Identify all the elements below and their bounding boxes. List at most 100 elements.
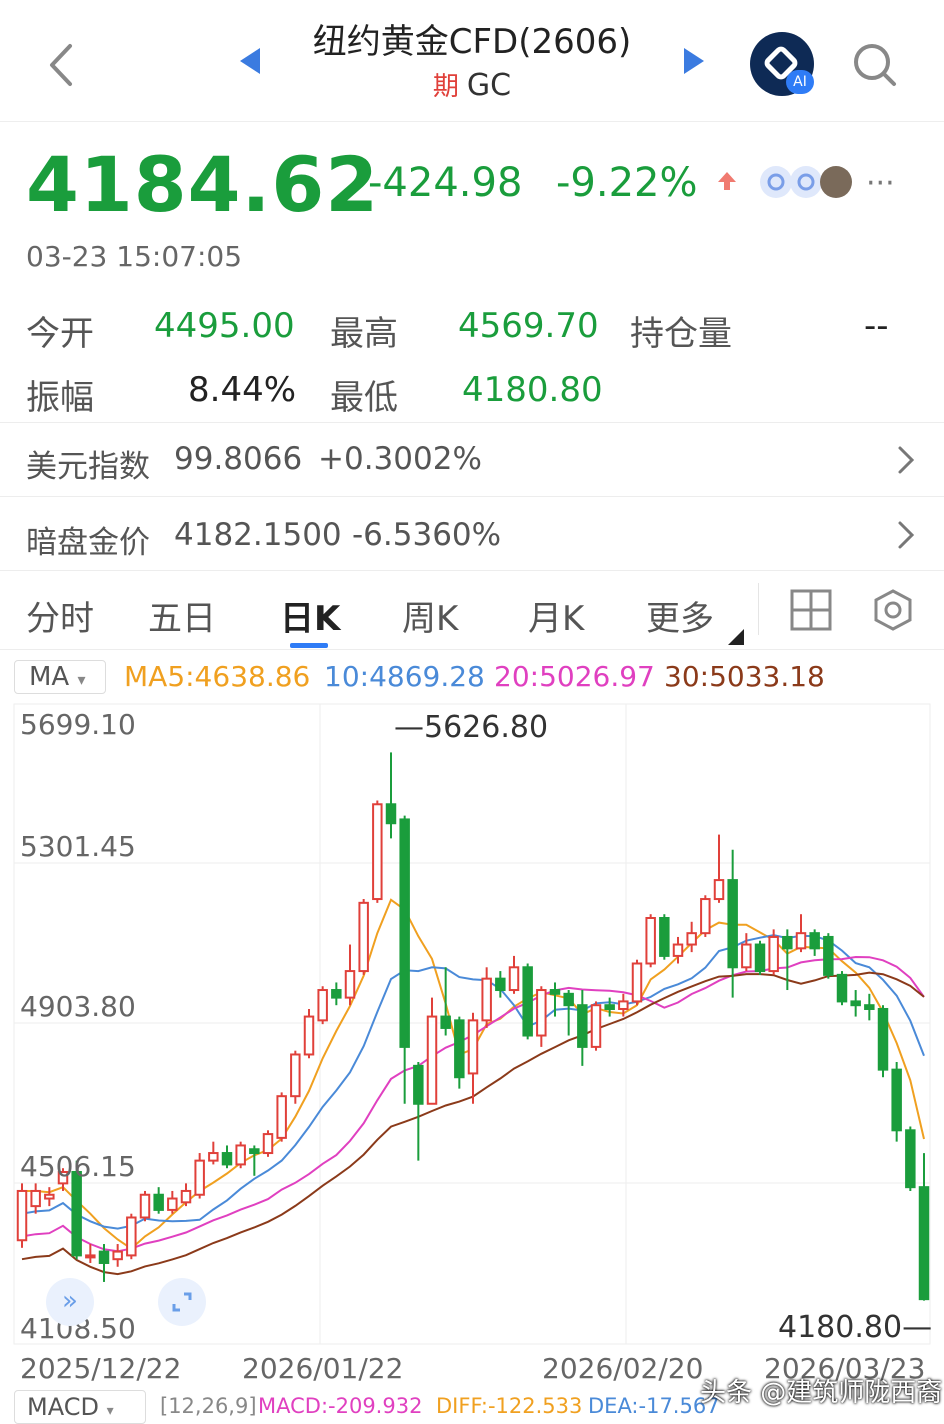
active-tab-indicator	[290, 643, 328, 648]
caret-down-icon: ▾	[77, 670, 86, 689]
macd-params: [12,26,9]	[160, 1394, 257, 1418]
candle-up	[713, 879, 725, 901]
candle-up	[618, 1000, 629, 1010]
watcher-avatars[interactable]	[758, 162, 858, 202]
open-interest-label: 持仓量	[630, 314, 732, 354]
hot-up-icon	[718, 172, 736, 190]
ma30-value: 30:5033.18	[664, 660, 825, 693]
high-value: 4569.70	[458, 306, 599, 346]
candle-up	[795, 932, 807, 950]
y-tick-label: 4903.80	[20, 990, 136, 1023]
candle-down	[331, 989, 342, 999]
candle-down	[153, 1193, 164, 1211]
candle-down	[249, 1148, 260, 1155]
candle-up	[317, 989, 328, 1022]
tab-five-day[interactable]: 五日	[148, 591, 216, 640]
candle-up	[372, 803, 383, 901]
y-tick-label: 5699.10	[20, 708, 136, 741]
candle-up	[426, 1015, 438, 1105]
layout-grid-icon[interactable]	[790, 589, 832, 631]
tab-divider	[758, 583, 759, 635]
expand-history-icon[interactable]: »	[46, 1278, 94, 1326]
ma20-value: 20:5026.97	[494, 660, 655, 693]
candle-up	[631, 962, 643, 1003]
candle-up	[16, 1189, 28, 1242]
usd-index-label: 美元指数	[26, 449, 150, 485]
candle-down	[782, 935, 793, 950]
candle-up	[536, 989, 547, 1037]
macd-value: MACD:-209.932	[258, 1394, 423, 1418]
dark-gold-row[interactable]: 暗盘金价 4182.1500 -6.5360%	[0, 496, 944, 570]
min-price-value: 4180.80	[778, 1310, 903, 1345]
last-price: 4184.62	[26, 140, 380, 229]
macd-select-label: MACD	[27, 1393, 99, 1421]
candle-up	[235, 1144, 246, 1166]
back-icon[interactable]	[40, 40, 84, 90]
ma5-value: MA5:4638.86	[124, 660, 311, 693]
candle-up	[358, 901, 369, 973]
instrument-title: 纽约黄金CFD(2606)	[312, 22, 632, 62]
candle-up	[276, 1095, 287, 1139]
top-bar: 纽约黄金CFD(2606) 期 GC AI	[0, 0, 944, 122]
chart-period-tabs: 分时 五日 日K 周K 月K 更多	[0, 570, 944, 650]
open-value: 4495.00	[154, 306, 295, 346]
candle-down	[877, 1007, 889, 1071]
usd-index-row[interactable]: 美元指数 99.8066 +0.3002%	[0, 422, 944, 496]
tab-monthly-k[interactable]: 月K	[528, 591, 584, 640]
candle-down	[850, 1000, 861, 1007]
y-tick-label: 4506.15	[20, 1150, 136, 1183]
candle-down	[754, 943, 766, 973]
candle-down	[836, 973, 848, 1003]
candle-up	[481, 977, 492, 1022]
prev-instrument-icon[interactable]	[240, 48, 260, 74]
watermark: 头条 @建筑师陇西裔	[700, 1378, 943, 1408]
amplitude-value: 8.44%	[188, 370, 297, 410]
candle-up	[467, 1019, 479, 1075]
candle-up	[590, 1004, 602, 1048]
search-icon[interactable]	[852, 42, 898, 88]
candle-down	[918, 1186, 930, 1301]
candle-down	[221, 1152, 233, 1166]
candle-up	[686, 932, 697, 946]
candle-down	[454, 1019, 465, 1079]
candle-down	[659, 917, 670, 957]
settings-gear-icon[interactable]	[872, 589, 914, 631]
dark-gold-change: -6.5360%	[352, 517, 502, 553]
tab-weekly-k[interactable]: 周K	[402, 591, 458, 640]
candlestick-chart[interactable]	[0, 700, 944, 1350]
low-value: 4180.80	[462, 370, 603, 410]
ma10-value: 10:4869.28	[324, 660, 485, 693]
chevron-right-icon	[898, 521, 915, 549]
caret-down-icon: ▾	[106, 1403, 114, 1419]
usd-index-value: 99.8066	[174, 441, 303, 477]
candle-down	[891, 1068, 902, 1132]
open-interest-value: --	[864, 306, 889, 346]
candle-down	[905, 1129, 916, 1189]
candle-up	[741, 943, 752, 969]
candle-up	[85, 1254, 96, 1259]
candle-up	[30, 1189, 41, 1208]
candle-down	[522, 966, 533, 1037]
candle-up	[126, 1216, 137, 1257]
quote-time: 03-23 15:07:05	[26, 240, 243, 273]
next-instrument-icon[interactable]	[684, 48, 704, 74]
candle-up	[700, 898, 711, 935]
ma-indicator-select[interactable]: MA ▾	[14, 660, 106, 694]
candle-up	[167, 1197, 178, 1211]
fullscreen-button[interactable]	[158, 1278, 206, 1326]
candle-up	[303, 1015, 315, 1056]
tab-daily-k[interactable]: 日K	[280, 591, 340, 640]
x-tick-label: 2025/12/22	[20, 1352, 182, 1385]
more-icon[interactable]: ···	[866, 166, 895, 201]
candle-up	[208, 1152, 219, 1162]
dark-gold-value: 4182.1500	[174, 517, 342, 553]
candle-down	[440, 1015, 451, 1029]
candle-up	[44, 1193, 55, 1200]
macd-indicator-select[interactable]: MACD ▾	[14, 1390, 146, 1424]
candle-up	[112, 1250, 123, 1261]
tab-more[interactable]: 更多	[646, 591, 714, 640]
tab-intraday[interactable]: 分时	[26, 591, 94, 640]
candle-down	[495, 977, 506, 992]
y-tick-label: 5301.45	[20, 830, 136, 863]
instrument-code: 期 GC	[270, 66, 674, 103]
